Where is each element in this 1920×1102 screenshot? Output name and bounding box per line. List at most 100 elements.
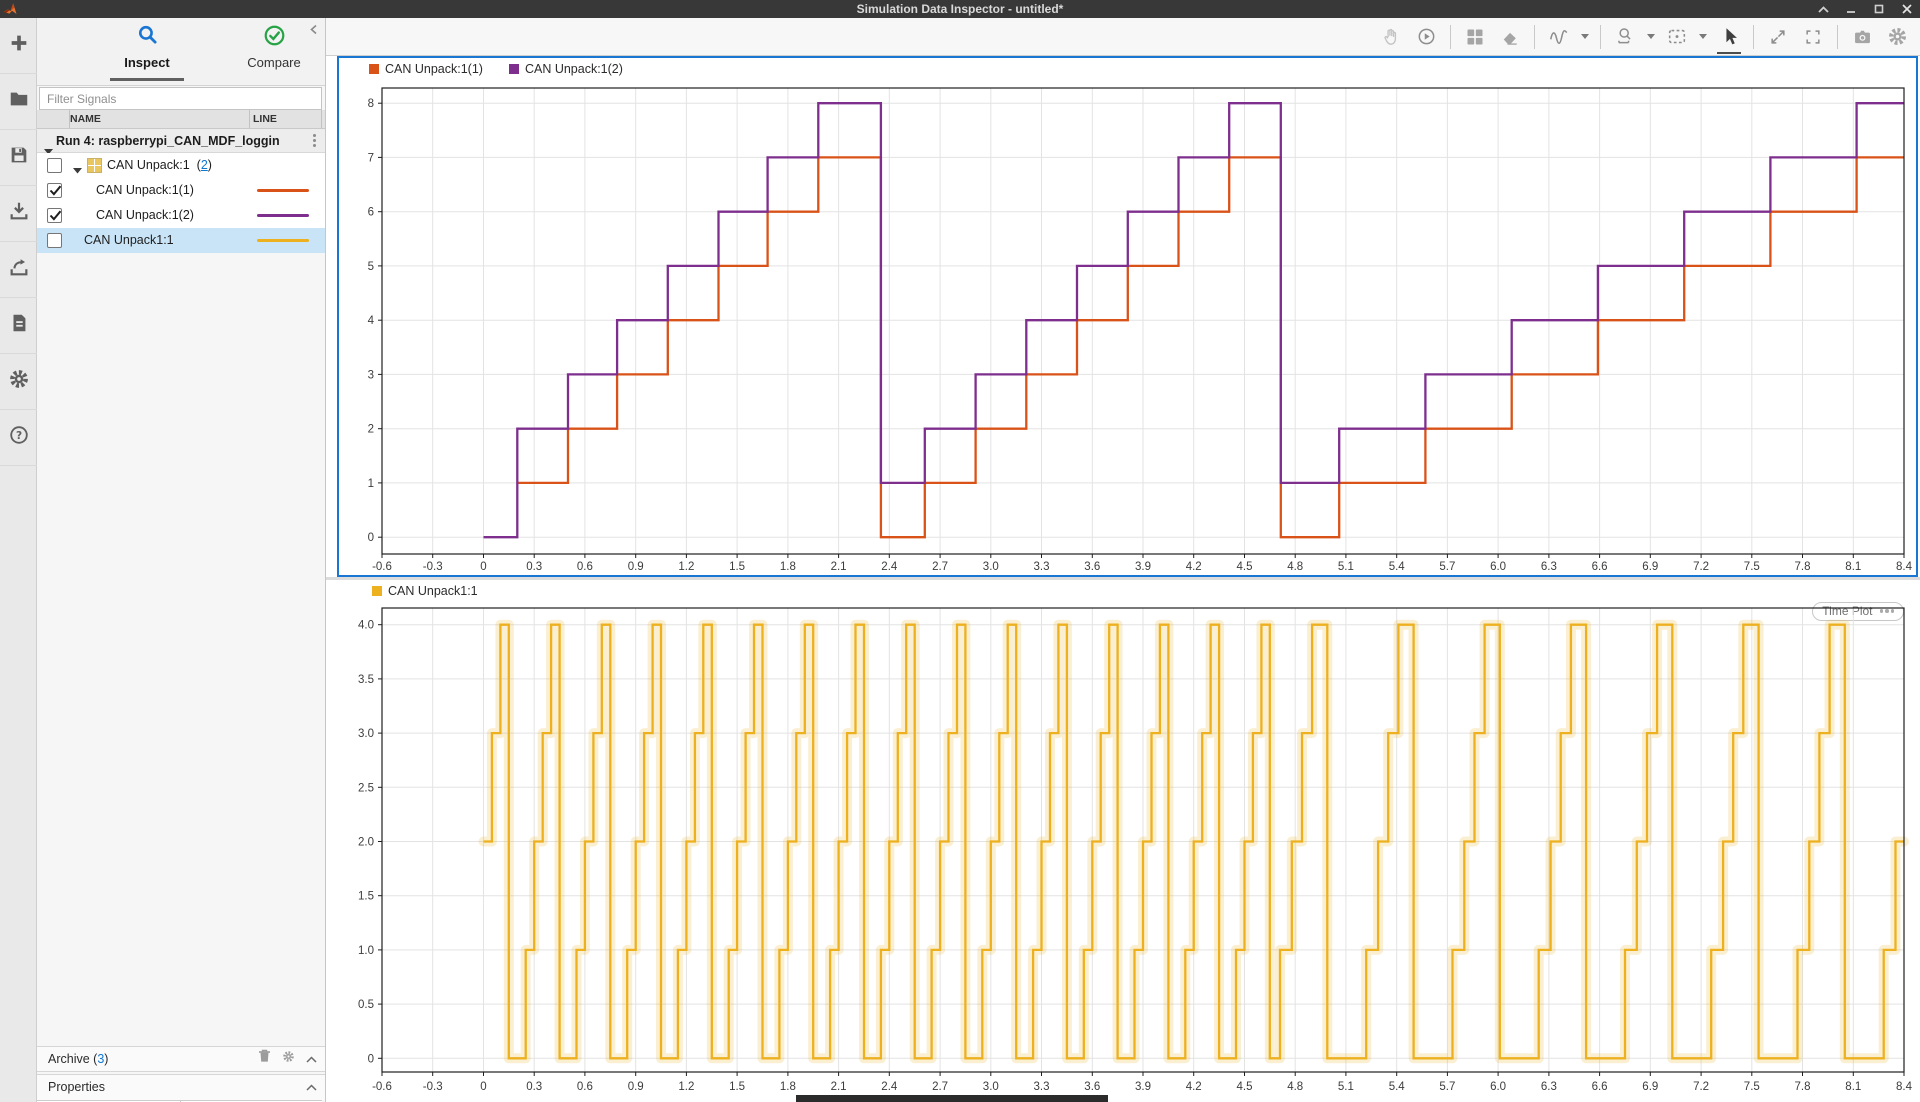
svg-text:3.9: 3.9 bbox=[1135, 561, 1151, 573]
svg-text:4.0: 4.0 bbox=[358, 620, 374, 632]
signal-3-checkbox[interactable] bbox=[47, 233, 62, 248]
bottom-time-plot[interactable]: CAN Unpack1:1 Time Plot -0.6-0.300.30.60… bbox=[326, 580, 1920, 1102]
run-options-kebab-icon[interactable] bbox=[313, 134, 317, 149]
svg-text:5.4: 5.4 bbox=[1389, 561, 1406, 573]
trash-icon[interactable] bbox=[258, 1047, 271, 1072]
collapse-properties-chevron-icon[interactable] bbox=[306, 1075, 317, 1100]
expand-plot-button[interactable] bbox=[1765, 24, 1791, 50]
open-button[interactable] bbox=[0, 74, 37, 130]
collapse-window-button[interactable] bbox=[1816, 2, 1830, 16]
signal-1-label: CAN Unpack:1(1) bbox=[96, 178, 194, 203]
close-button[interactable] bbox=[1900, 2, 1914, 16]
svg-text:7.5: 7.5 bbox=[1744, 561, 1760, 573]
maximize-button[interactable] bbox=[1872, 2, 1886, 16]
signal-group-label: CAN Unpack:1 bbox=[107, 158, 190, 172]
archive-label: Archive ( bbox=[48, 1052, 97, 1066]
signal-row-3-selected[interactable]: CAN Unpack1:1 bbox=[37, 228, 325, 253]
properties-label: Properties bbox=[48, 1075, 105, 1100]
svg-text:0.6: 0.6 bbox=[577, 561, 593, 573]
svg-text:0.3: 0.3 bbox=[526, 561, 542, 573]
svg-text:1.2: 1.2 bbox=[678, 561, 694, 573]
svg-text:4.2: 4.2 bbox=[1186, 561, 1202, 573]
fit-dropdown-caret-icon[interactable] bbox=[1699, 24, 1707, 50]
signal-3-line-swatch bbox=[257, 239, 309, 242]
import-icon bbox=[8, 200, 30, 227]
tab-inspect-label: Inspect bbox=[92, 55, 202, 70]
plot-toolbar bbox=[326, 18, 1920, 56]
import-button[interactable] bbox=[0, 186, 37, 242]
bottom-chart-canvas[interactable]: -0.6-0.300.30.60.91.21.51.82.12.42.73.03… bbox=[326, 580, 1920, 1102]
snapshot-camera-button[interactable] bbox=[1849, 24, 1875, 50]
simulation-data-inspector-window: Simulation Data Inspector - untitled* bbox=[0, 0, 1920, 1102]
svg-text:4.8: 4.8 bbox=[1287, 561, 1303, 573]
svg-text:8.4: 8.4 bbox=[1896, 561, 1913, 573]
svg-text:7.8: 7.8 bbox=[1795, 561, 1811, 573]
signal-group-checkbox[interactable] bbox=[47, 158, 62, 173]
signal-trace-dropdown-caret-icon[interactable] bbox=[1581, 24, 1589, 50]
archive-settings-gear-icon[interactable] bbox=[282, 1047, 295, 1072]
svg-text:0: 0 bbox=[480, 561, 486, 573]
signal-count-link[interactable]: 2 bbox=[201, 158, 208, 172]
collapse-archive-chevron-icon[interactable] bbox=[306, 1047, 317, 1072]
column-header-line: LINE bbox=[253, 113, 277, 125]
archive-panel-header[interactable]: Archive (3) bbox=[37, 1046, 325, 1072]
help-question-icon: ? bbox=[8, 424, 30, 451]
create-report-button[interactable] bbox=[0, 298, 37, 354]
preferences-button[interactable] bbox=[0, 354, 37, 410]
svg-text:0: 0 bbox=[368, 532, 374, 544]
fullscreen-brackets-button[interactable] bbox=[1800, 24, 1826, 50]
signal-2-checkbox[interactable] bbox=[47, 208, 62, 223]
tab-inspect[interactable]: Inspect bbox=[92, 24, 202, 70]
clear-plots-eraser-button[interactable] bbox=[1497, 24, 1523, 50]
bottom-scrollbar-thumb[interactable] bbox=[796, 1095, 1108, 1102]
cursor-pointer-button[interactable] bbox=[1716, 24, 1742, 50]
signal-group-row[interactable]: CAN Unpack:1 (2) bbox=[37, 153, 325, 178]
svg-text:6.6: 6.6 bbox=[1592, 1081, 1608, 1093]
svg-text:8.1: 8.1 bbox=[1845, 1081, 1861, 1093]
top-chart-canvas[interactable]: -0.6-0.300.30.60.91.21.51.82.12.42.73.03… bbox=[339, 58, 1916, 575]
svg-text:3.0: 3.0 bbox=[358, 728, 374, 740]
svg-text:4.2: 4.2 bbox=[1186, 1081, 1202, 1093]
signal-1-checkbox[interactable] bbox=[47, 183, 62, 198]
fit-to-view-button[interactable] bbox=[1664, 24, 1690, 50]
search-icon bbox=[92, 24, 202, 52]
svg-text:5.1: 5.1 bbox=[1338, 1081, 1354, 1093]
svg-text:3.5: 3.5 bbox=[358, 674, 374, 686]
svg-text:6.9: 6.9 bbox=[1642, 561, 1658, 573]
svg-text:0.6: 0.6 bbox=[577, 1081, 593, 1093]
svg-text:6.3: 6.3 bbox=[1541, 1081, 1557, 1093]
signal-trace-options-button[interactable] bbox=[1546, 24, 1572, 50]
expand-caret-icon[interactable] bbox=[73, 163, 82, 177]
top-time-plot-selected[interactable]: CAN Unpack:1(1) CAN Unpack:1(2) -0.6-0.3… bbox=[337, 56, 1918, 577]
zoom-dropdown-caret-icon[interactable] bbox=[1647, 24, 1655, 50]
zoom-in-time-button[interactable] bbox=[1612, 24, 1638, 50]
collapse-sidebar-chevron-icon[interactable] bbox=[309, 22, 319, 40]
properties-panel-header[interactable]: Properties bbox=[37, 1074, 325, 1100]
subplot-layout-button[interactable] bbox=[1462, 24, 1488, 50]
svg-text:-0.3: -0.3 bbox=[423, 561, 443, 573]
svg-text:1.5: 1.5 bbox=[358, 891, 374, 903]
svg-text:7: 7 bbox=[368, 152, 374, 164]
filter-signals-input[interactable] bbox=[39, 87, 322, 110]
svg-text:3.9: 3.9 bbox=[1135, 1081, 1151, 1093]
svg-text:-0.3: -0.3 bbox=[423, 1081, 443, 1093]
add-run-button[interactable] bbox=[0, 18, 37, 74]
save-button[interactable] bbox=[0, 130, 37, 186]
svg-text:7.2: 7.2 bbox=[1693, 1081, 1709, 1093]
signal-row-1[interactable]: CAN Unpack:1(1) bbox=[37, 178, 325, 203]
run-group-row[interactable]: Run 4: raspberrypi_CAN_MDF_loggin bbox=[37, 129, 325, 153]
minimize-button[interactable] bbox=[1844, 2, 1858, 16]
signal-2-label: CAN Unpack:1(2) bbox=[96, 203, 194, 228]
help-button[interactable]: ? bbox=[0, 410, 37, 466]
svg-text:3.6: 3.6 bbox=[1084, 561, 1100, 573]
export-button[interactable] bbox=[0, 242, 37, 298]
signal-1-line-swatch bbox=[257, 189, 309, 192]
replay-button[interactable] bbox=[1413, 24, 1439, 50]
pan-hand-button[interactable] bbox=[1378, 24, 1404, 50]
svg-text:6.6: 6.6 bbox=[1592, 561, 1608, 573]
signal-row-2[interactable]: CAN Unpack:1(2) bbox=[37, 203, 325, 228]
svg-text:1.5: 1.5 bbox=[729, 561, 745, 573]
plot-settings-gear-button[interactable] bbox=[1884, 24, 1910, 50]
gear-icon bbox=[8, 368, 30, 395]
svg-text:4.5: 4.5 bbox=[1237, 1081, 1253, 1093]
